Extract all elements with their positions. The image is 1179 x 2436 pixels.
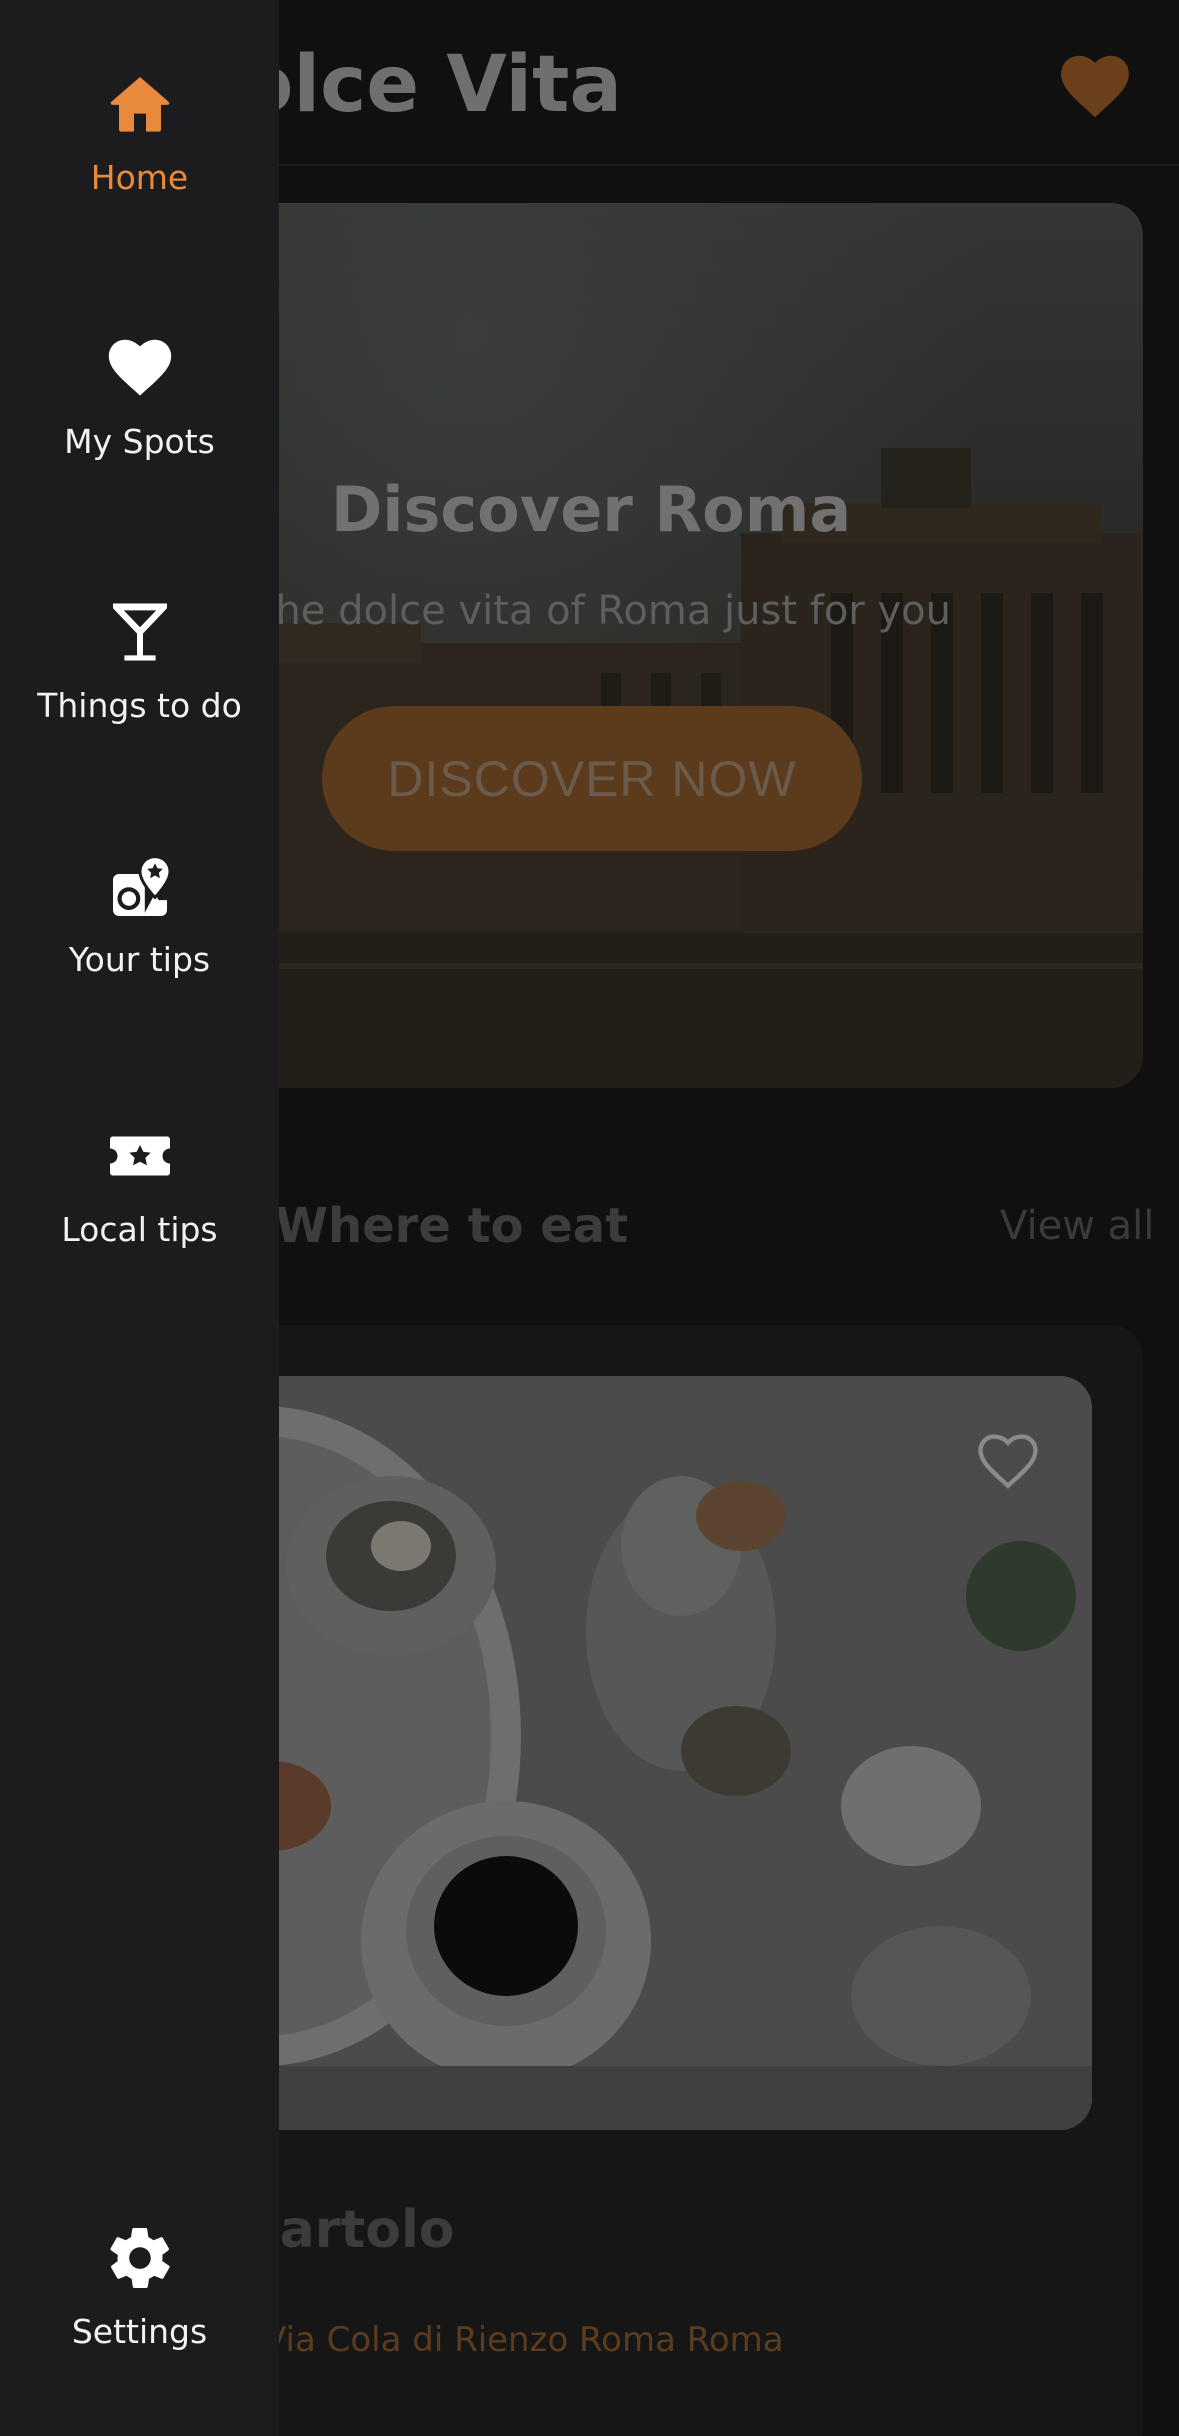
table-photo-illustration xyxy=(181,1376,1092,2130)
nav-item-home[interactable]: Home xyxy=(0,68,279,248)
view-all-link[interactable]: View all xyxy=(1000,1203,1154,1249)
nav-label-your-tips: Your tips xyxy=(68,940,211,979)
nav-label-local-tips: Local tips xyxy=(61,1210,218,1249)
home-icon xyxy=(110,77,169,132)
nav-item-my-spots[interactable]: My Spots xyxy=(0,332,279,512)
heart-outline-icon[interactable] xyxy=(975,1430,1041,1492)
section-title: Where to eat xyxy=(275,1198,629,1254)
nav-label-my-spots: My Spots xyxy=(64,422,215,461)
nav-label-home: Home xyxy=(90,158,189,197)
gear-icon xyxy=(109,2228,170,2288)
discover-now-button[interactable]: DISCOVER NOW xyxy=(322,706,862,851)
ticket-star-icon xyxy=(109,1136,170,1176)
restaurant-address: Via Cola di Rienzo Roma Roma xyxy=(263,2320,784,2360)
hero-subtitle: The dolce vita of Roma just for you xyxy=(251,588,951,634)
nav-item-local-tips[interactable]: Local tips xyxy=(0,1120,279,1300)
monument-photo xyxy=(181,448,1143,1088)
nav-label-settings: Settings xyxy=(71,2312,208,2351)
nav-item-your-tips[interactable]: Your tips xyxy=(0,850,279,1030)
nav-item-things-to-do[interactable]: Things to do xyxy=(0,596,279,776)
hero-title: Discover Roma xyxy=(330,473,852,546)
discover-hero-card[interactable]: Discover Roma The dolce vita of Roma jus… xyxy=(181,203,1143,1088)
nav-item-settings[interactable]: Settings xyxy=(0,2222,279,2402)
heart-icon[interactable] xyxy=(1058,50,1132,120)
navigation-drawer: Home My Spots Things to do Your tips Loc… xyxy=(0,0,279,2436)
map-pin-star-icon xyxy=(112,855,172,916)
nav-label-things-to-do: Things to do xyxy=(37,686,242,725)
restaurant-photo xyxy=(181,1376,1092,2130)
cocktail-glass-icon xyxy=(112,603,167,661)
heart-icon xyxy=(108,339,171,396)
